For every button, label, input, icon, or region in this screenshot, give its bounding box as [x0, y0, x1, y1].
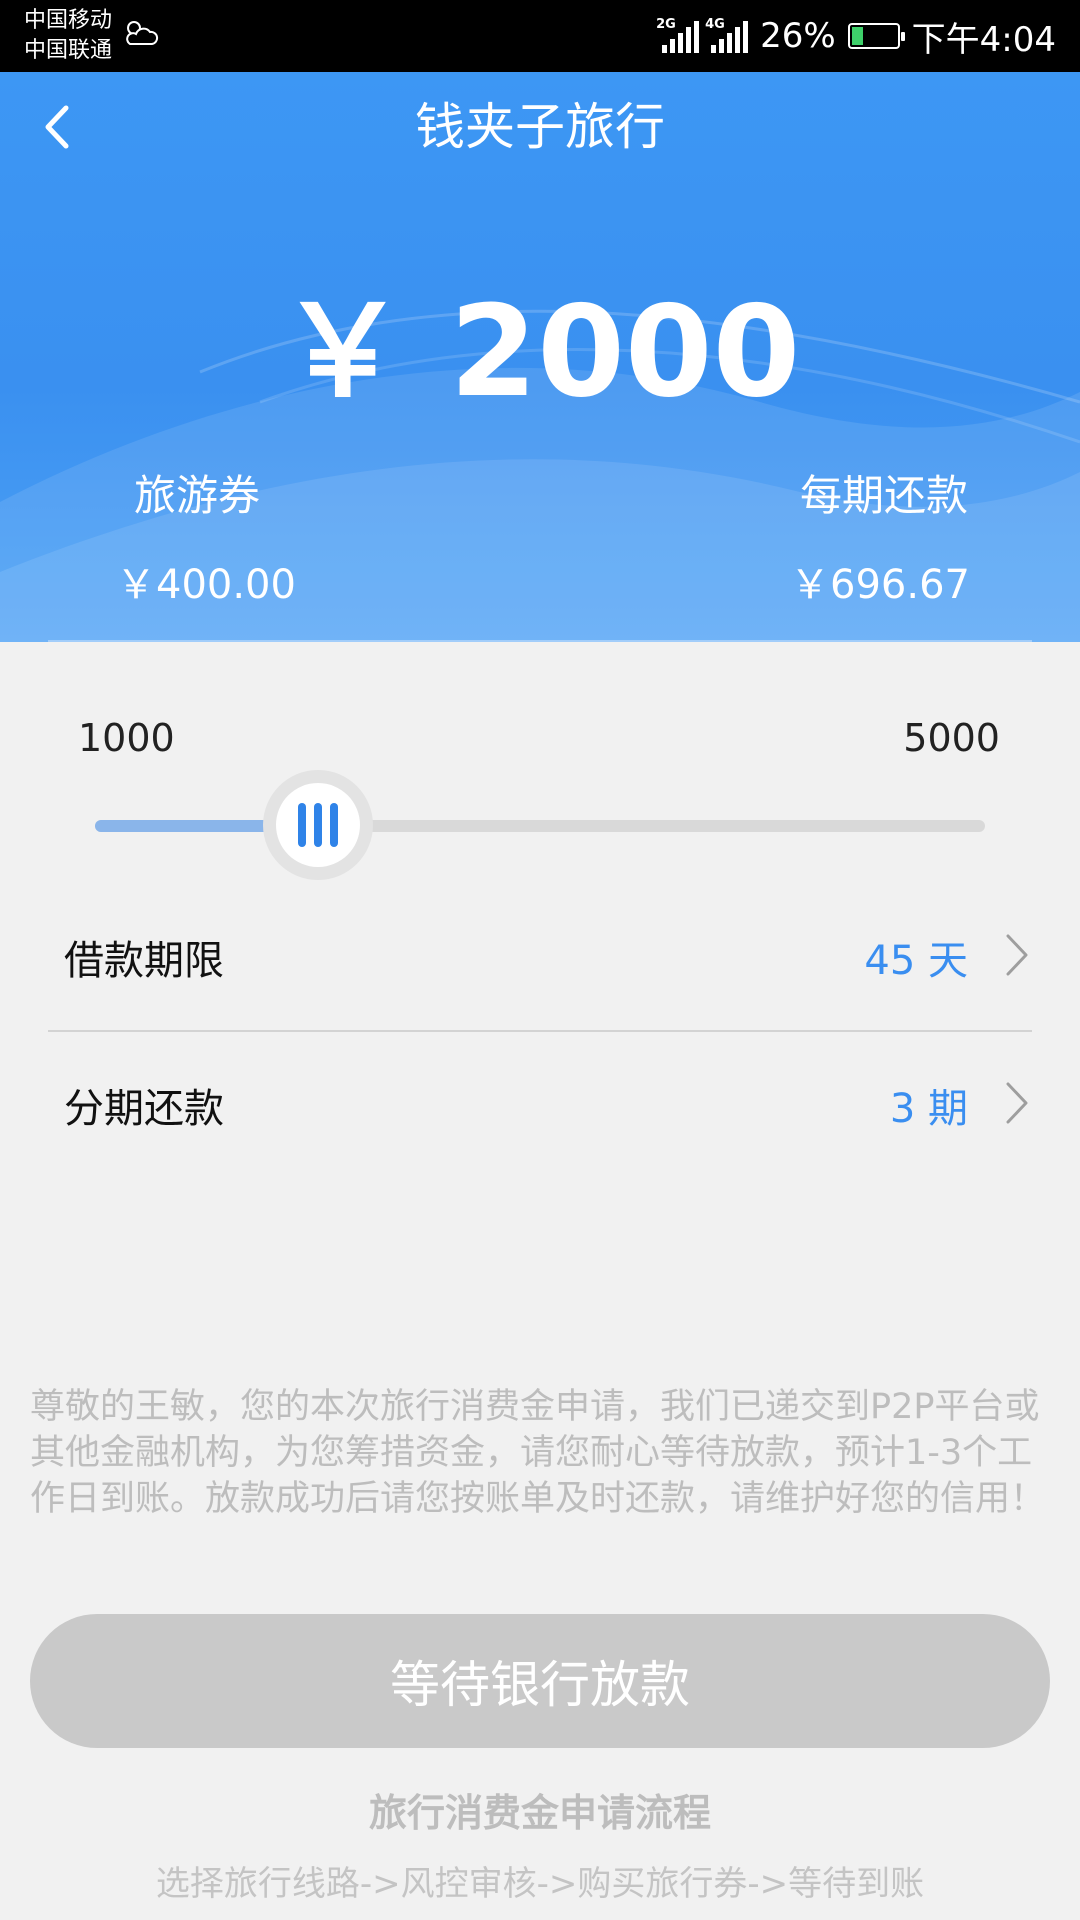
chevron-right-icon	[1006, 1082, 1028, 1124]
status-indicators: 2G 4G 26% 下午4:04	[656, 0, 1056, 72]
battery-icon	[847, 23, 905, 49]
flow-steps: 选择旅行线路->风控审核->购买旅行券->等待到账	[155, 1864, 925, 1904]
loan-amount: ￥ 2000	[279, 278, 801, 425]
carrier-1: 中国移动	[24, 8, 113, 33]
carrier-info: 中国移动 中国联通	[24, 6, 112, 66]
voucher-value: ￥400.00	[116, 562, 296, 608]
installments-row[interactable]: 分期还款 3 期	[48, 1032, 1032, 1180]
cloudy-weather-icon	[126, 21, 159, 45]
carrier-2: 中国联通	[24, 38, 113, 63]
slider-max-label: 5000	[903, 716, 1000, 760]
page-title: 钱夹子旅行	[415, 98, 665, 156]
hero-divider	[48, 640, 1032, 642]
flow-title: 旅行消费金申请流程	[368, 1791, 711, 1835]
grip-icon	[275, 783, 360, 867]
clock: 下午4:04	[911, 19, 1056, 60]
network-type-1: 2G	[656, 17, 676, 32]
amount-slider-thumb[interactable]	[262, 770, 373, 880]
chevron-right-icon	[1006, 934, 1028, 976]
voucher-label: 旅游券	[134, 471, 261, 520]
loan-term-row[interactable]: 借款期限 45 天	[48, 884, 1032, 1032]
network-type-2: 4G	[705, 17, 725, 32]
hero-panel: 钱夹子旅行 ￥ 2000 旅游券 ￥400.00 每期还款 ￥696.67	[0, 72, 1080, 642]
battery-percent: 26%	[760, 16, 836, 56]
signal-icon-2g: 2G	[656, 17, 700, 53]
installment-label: 每期还款	[799, 471, 968, 520]
amount-slider-track[interactable]	[95, 820, 985, 832]
installments-label: 分期还款	[64, 1086, 224, 1132]
slider-min-label: 1000	[78, 716, 175, 760]
signal-icon-4g: 4G	[705, 17, 749, 53]
loan-term-label: 借款期限	[64, 938, 224, 984]
loan-term-value: 45 天	[864, 938, 968, 984]
application-notice: 尊敬的王敏，您的本次旅行消费金申请，我们已递交到P2P平台或其他金融机构，为您筹…	[30, 1387, 1046, 1519]
status-bar: 中国移动 中国联通 2G 4G 26% 下午4:04	[0, 0, 1080, 72]
installments-value: 3 期	[889, 1086, 968, 1132]
installment-value: ￥696.67	[790, 562, 970, 608]
await-disbursement-button[interactable]: 等待银行放款	[30, 1614, 1050, 1748]
